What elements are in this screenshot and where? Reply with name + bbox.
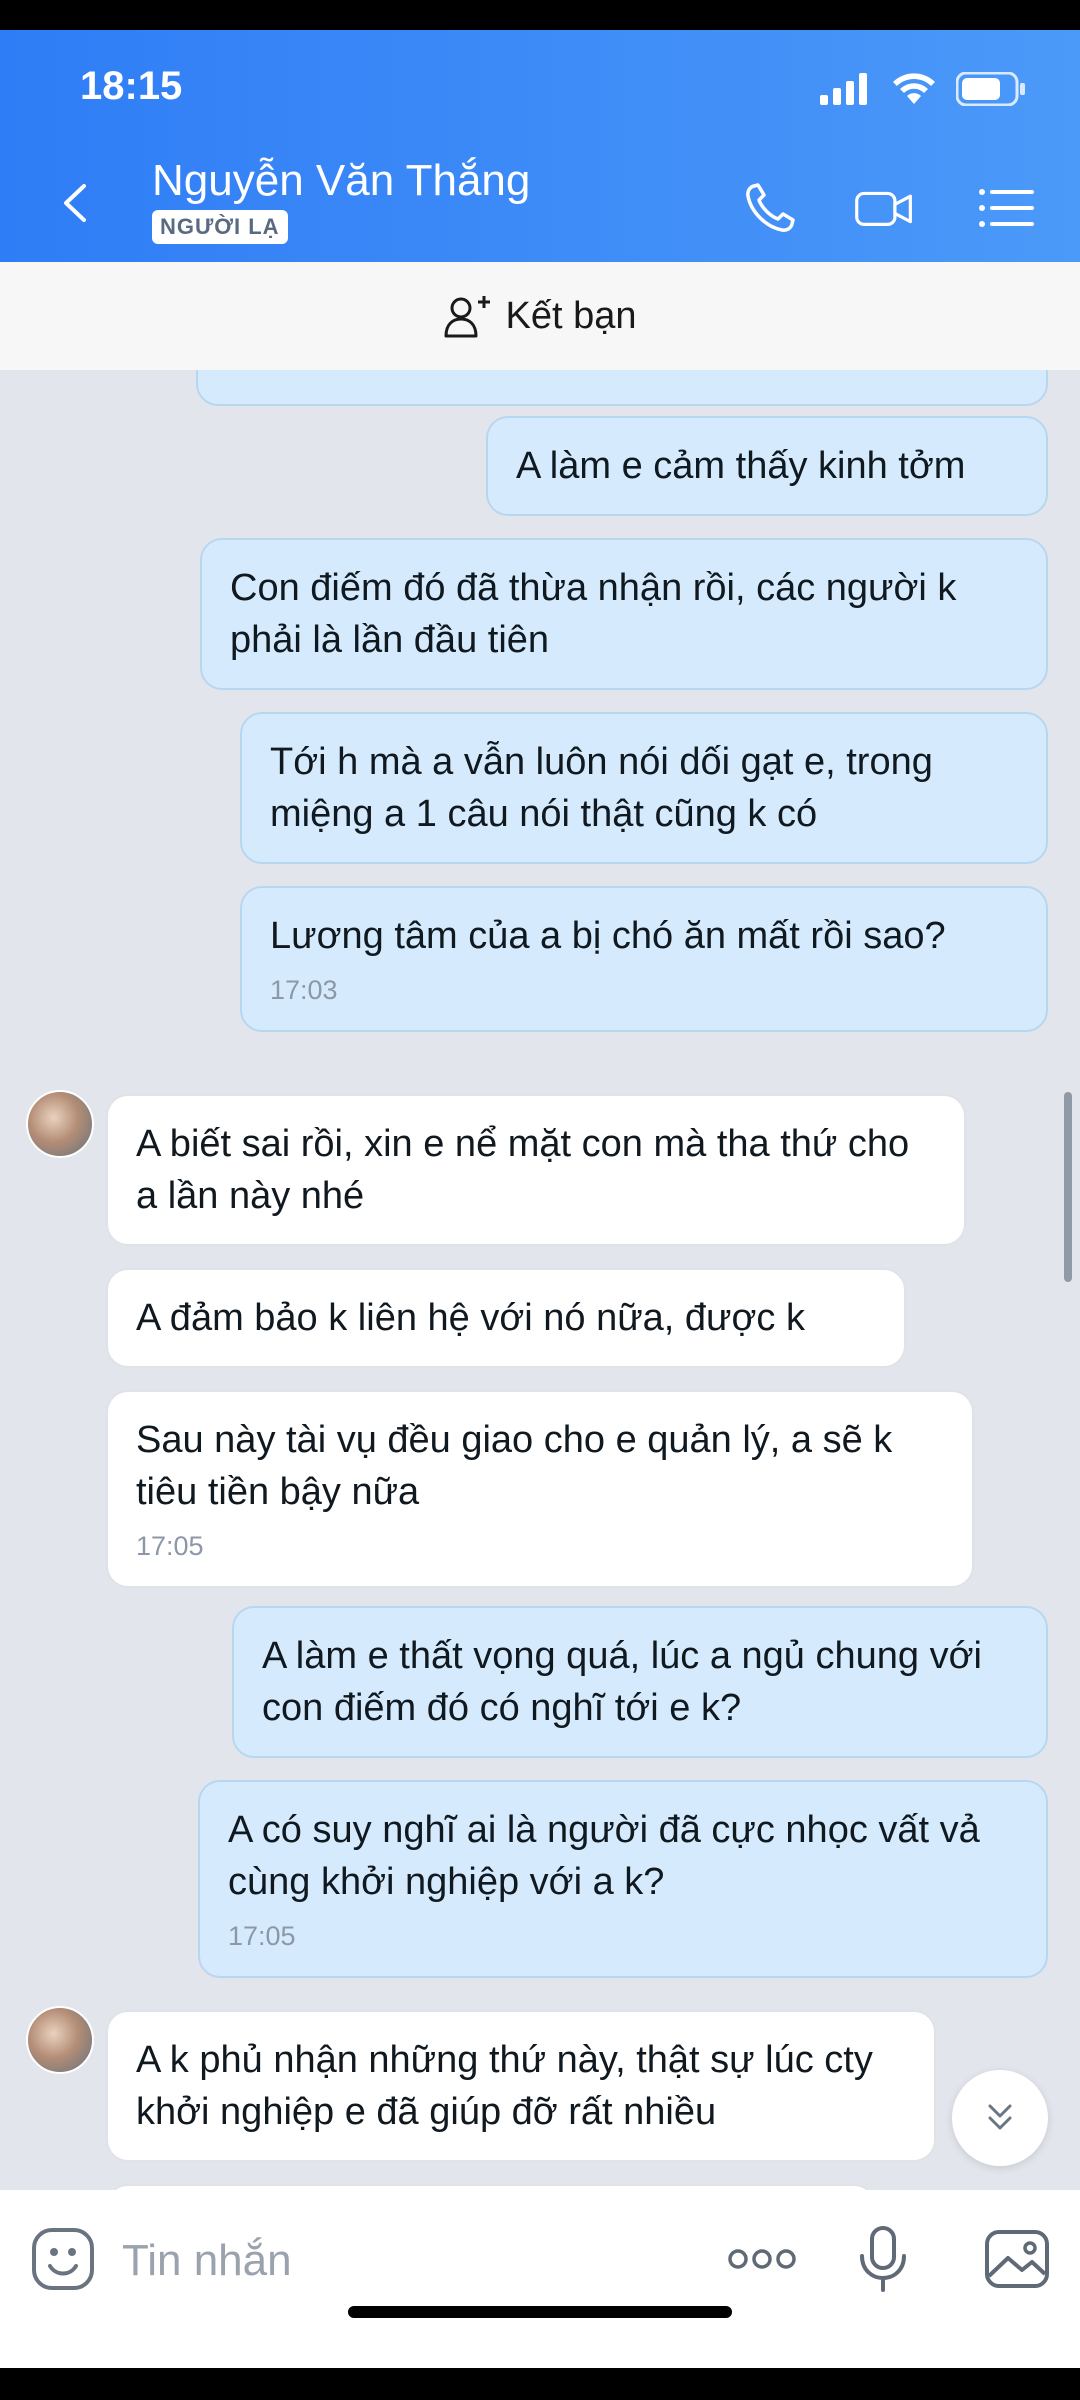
message-text: Lương tâm của a bị chó ăn mất rồi sao? <box>270 915 946 957</box>
chat-area[interactable]: A làm e cảm thấy kinh tởm Con điếm đó đã… <box>0 370 1080 2190</box>
message-text: A biết sai rồi, xin e nể mặt con mà tha … <box>136 1123 910 1217</box>
message-time: 17:03 <box>270 975 338 1005</box>
menu-list-icon[interactable] <box>976 178 1036 238</box>
add-friend-bar[interactable]: Kết bạn <box>0 262 1080 370</box>
emoji-icon[interactable] <box>28 2224 98 2294</box>
message-time: 17:05 <box>136 1531 204 1561</box>
message-bubble-me[interactable]: Lương tâm của a bị chó ăn mất rồi sao? 1… <box>240 886 1048 1032</box>
message-time: 17:05 <box>228 1921 296 1951</box>
message-bubble-me[interactable]: Con điếm đó đã thừa nhận rồi, các người … <box>200 538 1048 690</box>
wifi-icon <box>893 73 935 104</box>
message-bubble-partial[interactable] <box>196 370 1048 406</box>
message-text: A làm e cảm thấy kinh tởm <box>516 445 966 487</box>
chat-header: 18:15 Nguyễn Văn Thắng NGƯỜI LẠ <box>0 30 1080 262</box>
contact-name[interactable]: Nguyễn Văn Thắng <box>152 156 530 206</box>
message-bubble-them[interactable]: A biết sai rồi, xin e nể mặt con mà tha … <box>106 1094 966 1246</box>
message-bubble-me[interactable]: Tới h mà a vẫn luôn nói dối gạt e, trong… <box>240 712 1048 864</box>
contact-avatar[interactable] <box>26 1090 94 1158</box>
message-text: Sau này tài vụ đều giao cho e quản lý, a… <box>136 1419 893 1513</box>
message-input[interactable] <box>120 2220 684 2302</box>
message-text: A k phủ nhận những thứ này, thật sự lúc … <box>136 2039 873 2133</box>
chevron-left-icon[interactable] <box>52 178 102 228</box>
double-chevron-down-icon <box>988 2104 1012 2130</box>
scrollbar[interactable] <box>1064 1092 1072 1282</box>
message-text: Con điếm đó đã thừa nhận rồi, các người … <box>230 567 957 661</box>
message-text: A có suy nghĩ ai là người đã cực nhọc vấ… <box>228 1809 980 1903</box>
status-time: 18:15 <box>80 64 183 108</box>
message-input-bar <box>0 2190 1080 2368</box>
message-bubble-them[interactable]: Sau này tài vụ đều giao cho e quản lý, a… <box>106 1390 974 1588</box>
home-indicator[interactable] <box>348 2306 732 2318</box>
add-friend-label: Kết bạn <box>505 294 637 337</box>
message-bubble-me[interactable]: A có suy nghĩ ai là người đã cực nhọc vấ… <box>198 1780 1048 1978</box>
status-icons <box>820 72 1026 106</box>
message-bubble-them[interactable]: A k phủ nhận những thứ này, thật sự lúc … <box>106 2010 936 2162</box>
message-text: Tới h mà a vẫn luôn nói dối gạt e, trong… <box>270 741 933 835</box>
contact-avatar[interactable] <box>26 2006 94 2074</box>
phone-icon[interactable] <box>740 178 800 238</box>
stranger-badge: NGƯỜI LẠ <box>152 210 288 244</box>
video-icon[interactable] <box>854 178 914 238</box>
signal-icon <box>820 73 867 105</box>
microphone-icon[interactable] <box>848 2224 918 2294</box>
more-options-icon[interactable] <box>726 2224 798 2294</box>
image-icon[interactable] <box>982 2224 1052 2294</box>
chat-screen: 18:15 Nguyễn Văn Thắng NGƯỜI LẠ Kết bạn … <box>0 30 1080 2368</box>
message-bubble-them[interactable]: A đảm bảo k liên hệ với nó nữa, được k <box>106 1268 906 1368</box>
scroll-to-bottom-button[interactable] <box>952 2070 1048 2166</box>
battery-icon <box>956 72 1025 106</box>
add-user-icon <box>444 296 490 338</box>
message-bubble-me[interactable]: A làm e thất vọng quá, lúc a ngủ chung v… <box>232 1606 1048 1758</box>
message-bubble-me[interactable]: A làm e cảm thấy kinh tởm <box>486 416 1048 516</box>
message-text: A đảm bảo k liên hệ với nó nữa, được k <box>136 1297 805 1339</box>
message-text: A làm e thất vọng quá, lúc a ngủ chung v… <box>262 1635 982 1729</box>
